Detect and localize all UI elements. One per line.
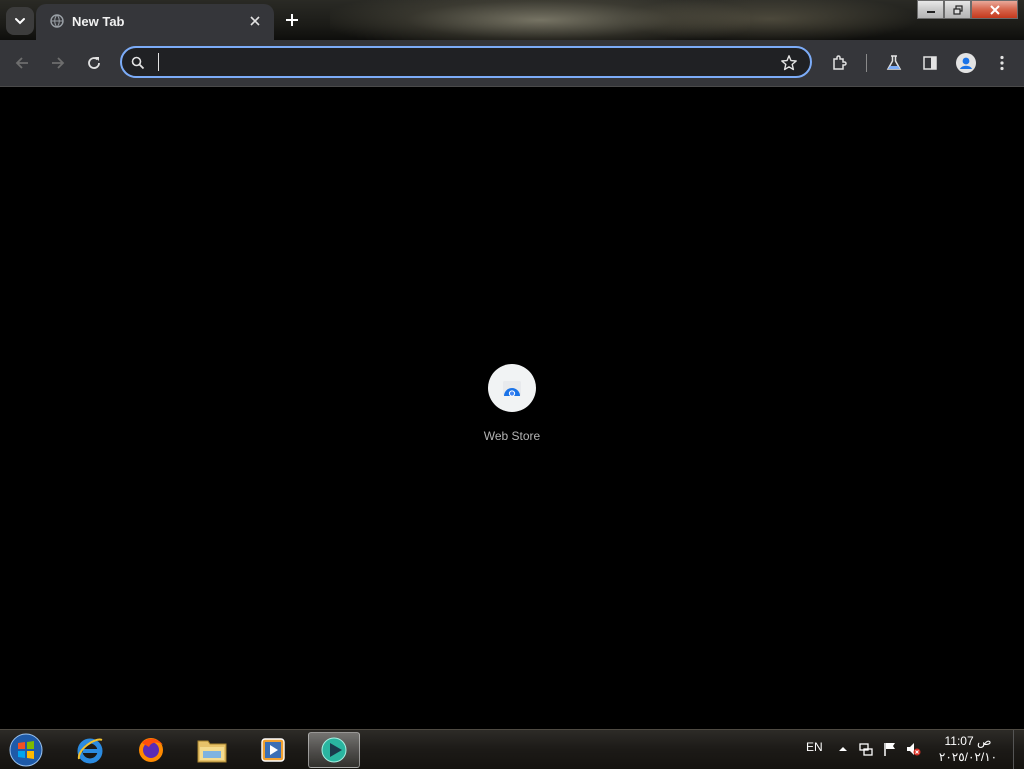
tab-new-tab[interactable]: New Tab	[36, 4, 274, 40]
clock-time: 11:07 ص	[944, 734, 992, 748]
bookmark-star-icon[interactable]	[780, 54, 798, 72]
action-center-flag-icon[interactable]	[882, 741, 898, 757]
arrow-left-icon	[15, 57, 28, 69]
shortcut-icon-circle	[488, 364, 536, 412]
new-tab-button[interactable]	[280, 8, 304, 32]
network-icon[interactable]	[858, 741, 874, 757]
volume-muted-icon[interactable]	[905, 741, 921, 757]
start-button[interactable]	[6, 731, 46, 769]
forward-button[interactable]	[46, 51, 70, 75]
reload-button[interactable]	[82, 51, 106, 75]
title-bar: New Tab	[0, 0, 1024, 40]
menu-button[interactable]	[990, 51, 1014, 75]
minimize-button[interactable]	[917, 0, 944, 19]
taskbar-chrome[interactable]	[308, 732, 360, 768]
file-explorer-icon	[197, 740, 227, 763]
taskbar-file-explorer[interactable]	[186, 732, 238, 768]
internet-explorer-icon	[77, 738, 103, 764]
arrow-right-icon	[52, 57, 65, 69]
address-bar[interactable]	[120, 46, 812, 78]
window-controls	[917, 0, 1018, 19]
avatar-icon	[956, 53, 976, 73]
profile-button[interactable]	[954, 51, 978, 75]
reload-icon	[88, 57, 100, 69]
tab-title: New Tab	[72, 14, 125, 29]
media-player-icon	[261, 738, 285, 762]
taskbar-firefox[interactable]	[125, 732, 177, 768]
flask-icon	[886, 55, 902, 70]
plus-icon	[286, 14, 298, 26]
new-tab-page: Web Store	[0, 87, 1024, 729]
wallpaper-blur	[620, 0, 920, 40]
language-indicator[interactable]: EN	[806, 740, 823, 754]
more-vertical-icon	[1000, 55, 1004, 71]
close-icon	[250, 16, 260, 26]
tab-search-button[interactable]	[6, 7, 34, 35]
close-window-button[interactable]	[971, 0, 1018, 19]
show-hidden-icons-icon[interactable]	[835, 741, 851, 757]
address-input[interactable]	[156, 51, 770, 75]
windows-start-icon	[9, 733, 43, 767]
chrome-app-icon	[321, 737, 347, 763]
shortcut-web-store[interactable]: Web Store	[472, 364, 552, 443]
extensions-button[interactable]	[828, 51, 852, 75]
clock-date: ٢٠٢٥/٠٢/١٠	[938, 750, 998, 764]
browser-toolbar	[0, 40, 1024, 87]
system-clock[interactable]: 11:07 ص ٢٠٢٥/٠٢/١٠	[932, 733, 1004, 765]
restore-button[interactable]	[944, 0, 971, 19]
restore-icon	[952, 4, 963, 15]
windows-taskbar: EN 11:07 ص ٢٠٢٥/٠٢/١٠	[0, 729, 1024, 769]
close-icon	[989, 4, 1000, 15]
back-button[interactable]	[10, 51, 34, 75]
text-caret	[158, 53, 159, 71]
side-panel-button[interactable]	[918, 51, 942, 75]
toolbar-separator	[866, 54, 867, 72]
side-panel-icon	[923, 56, 937, 70]
puzzle-icon	[833, 55, 847, 70]
chrome-web-store-icon	[503, 381, 521, 397]
chevron-down-icon	[15, 18, 25, 25]
close-tab-button[interactable]	[246, 12, 264, 30]
globe-icon	[50, 14, 64, 28]
minimize-icon	[926, 10, 935, 13]
taskbar-media-player[interactable]	[247, 732, 299, 768]
labs-button[interactable]	[882, 51, 906, 75]
taskbar-internet-explorer[interactable]	[64, 732, 116, 768]
firefox-icon	[139, 738, 163, 762]
show-desktop-button[interactable]	[1013, 730, 1024, 769]
search-icon	[131, 56, 145, 70]
shortcut-label: Web Store	[483, 429, 541, 443]
